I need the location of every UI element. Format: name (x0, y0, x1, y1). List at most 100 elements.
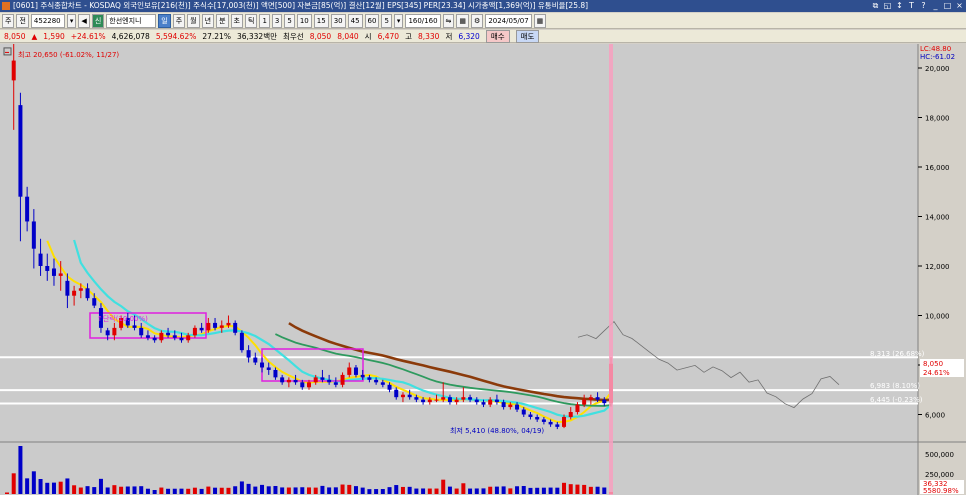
candle[interactable] (562, 416, 567, 427)
zoom-icon[interactable]: ⇋ (442, 13, 455, 28)
maximize-button[interactable]: □ (943, 1, 952, 10)
candle[interactable] (333, 382, 338, 385)
candle[interactable] (313, 377, 318, 383)
date-input[interactable]: 2024/05/07 (485, 13, 532, 28)
close-button[interactable]: × (955, 1, 964, 10)
candle[interactable] (65, 280, 70, 296)
interval-15-button[interactable]: 15 (313, 13, 329, 28)
candle[interactable] (78, 288, 83, 291)
candle[interactable] (92, 298, 97, 306)
candle[interactable] (152, 337, 157, 341)
candle[interactable] (25, 196, 30, 222)
interval-45-button[interactable]: 45 (347, 13, 363, 28)
candle[interactable] (374, 379, 379, 383)
candle[interactable] (132, 325, 137, 328)
candle[interactable] (239, 332, 244, 351)
candle[interactable] (400, 394, 405, 398)
candle[interactable] (548, 421, 553, 425)
period-minute-button[interactable]: 분 (216, 13, 229, 28)
interval-3-button[interactable]: 3 (271, 13, 283, 28)
candle[interactable] (280, 377, 285, 383)
candle[interactable] (307, 382, 311, 388)
candle[interactable] (407, 394, 412, 398)
interval-30-button[interactable]: 30 (330, 13, 346, 28)
candle[interactable] (494, 399, 499, 403)
candle[interactable] (18, 105, 23, 197)
candle[interactable] (320, 377, 325, 380)
candle[interactable] (38, 253, 43, 266)
candle[interactable] (541, 419, 546, 422)
candle[interactable] (501, 402, 506, 408)
candle[interactable] (555, 424, 560, 427)
candle[interactable] (192, 327, 197, 336)
candle[interactable] (427, 399, 432, 403)
candle[interactable] (105, 330, 110, 336)
interval-5-button[interactable]: 5 (284, 13, 295, 28)
pin-icon[interactable]: ◱ (883, 1, 892, 10)
candle[interactable] (380, 382, 385, 385)
period-second-button[interactable]: 초 (230, 13, 243, 28)
candle[interactable] (568, 412, 573, 417)
candle[interactable] (521, 409, 526, 415)
candle[interactable] (461, 397, 466, 400)
candle[interactable] (159, 332, 164, 341)
history-icon[interactable]: ◀ (78, 13, 90, 28)
candle[interactable] (31, 221, 36, 249)
candle[interactable] (139, 327, 144, 336)
candle[interactable] (387, 384, 392, 390)
sort-icon[interactable]: ↕ (895, 1, 904, 10)
help-icon[interactable]: ? (919, 1, 928, 10)
candle[interactable] (253, 357, 258, 363)
candle[interactable] (340, 374, 345, 385)
candle[interactable] (300, 382, 305, 388)
candle[interactable] (145, 335, 150, 338)
candle[interactable] (367, 377, 372, 380)
period-year-button[interactable]: 년 (201, 13, 215, 28)
candle[interactable] (575, 404, 580, 413)
candle[interactable] (51, 268, 56, 276)
candle[interactable] (266, 367, 271, 370)
candle[interactable] (588, 397, 593, 400)
candle[interactable] (347, 367, 352, 375)
candle[interactable] (286, 379, 291, 383)
candle[interactable] (421, 399, 426, 403)
stock-chart[interactable]: 20,00018,00016,00014,00012,00010,0008,00… (0, 44, 966, 495)
candle[interactable] (602, 399, 607, 404)
restore-icon[interactable]: ⧉ (871, 1, 880, 10)
candle[interactable] (528, 414, 533, 417)
candle[interactable] (508, 404, 513, 408)
candle[interactable] (219, 325, 224, 328)
candle[interactable] (273, 369, 278, 378)
new-icon[interactable]: 신 (91, 13, 105, 28)
candle[interactable] (360, 374, 365, 378)
candle[interactable] (246, 350, 251, 358)
candle[interactable] (488, 399, 493, 405)
mode-select[interactable]: 주 (2, 13, 15, 28)
settings-icon[interactable]: ⚙ (471, 13, 484, 28)
period-week-button[interactable]: 주 (172, 13, 186, 28)
candle[interactable] (595, 397, 600, 400)
candle[interactable] (441, 397, 446, 400)
minimize-button[interactable]: _ (931, 1, 940, 10)
candle-count-input[interactable]: 160/160 (405, 13, 441, 28)
candle[interactable] (454, 399, 459, 403)
candle[interactable] (474, 399, 479, 403)
candle[interactable] (11, 60, 16, 81)
candle[interactable] (394, 389, 399, 398)
candle[interactable] (414, 397, 419, 400)
candle[interactable] (213, 322, 218, 328)
interval-10-button[interactable]: 10 (296, 13, 312, 28)
text-icon[interactable]: T (907, 1, 916, 10)
period-tick-button[interactable]: 틱 (244, 13, 258, 28)
candle[interactable] (179, 337, 184, 341)
candle[interactable] (112, 327, 117, 336)
period-day-button[interactable]: 일 (158, 13, 171, 28)
interval-1-button[interactable]: 1 (259, 13, 270, 28)
candle[interactable] (58, 273, 63, 276)
candle[interactable] (206, 322, 211, 331)
candle[interactable] (535, 416, 540, 420)
candle[interactable] (45, 266, 50, 271)
candle[interactable] (468, 397, 473, 400)
candle[interactable] (447, 397, 452, 403)
candle[interactable] (481, 402, 486, 405)
